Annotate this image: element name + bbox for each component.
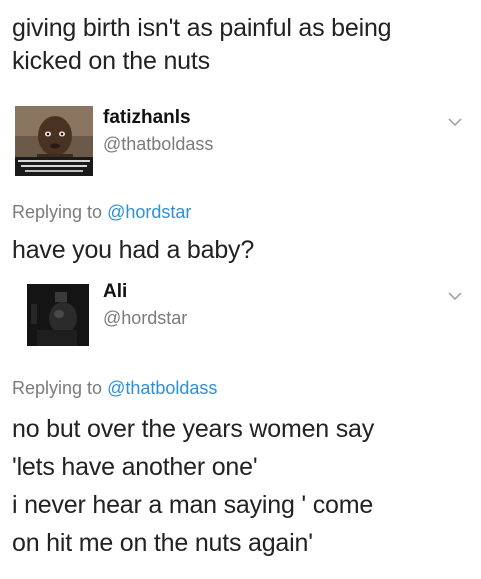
user-handle[interactable]: @thatboldass — [103, 132, 213, 156]
chevron-down-icon[interactable] — [447, 288, 463, 304]
tweet-line: giving birth isn't as painful as being — [12, 14, 392, 42]
mention-link[interactable]: @hordstar — [107, 202, 191, 222]
author-names: Ali @hordstar — [103, 280, 187, 330]
user-handle[interactable]: @hordstar — [103, 306, 187, 330]
reply-author-row: Ali @hordstar — [15, 280, 469, 352]
dark-photo-icon[interactable] — [27, 284, 89, 346]
replying-to-label: Replying to — [12, 378, 103, 398]
original-tweet-text: giving birth isn't as painful as being k… — [12, 12, 469, 78]
tweet-line: no but over the years women say — [12, 415, 375, 443]
tweet-line: kicked on the nuts — [12, 47, 210, 75]
reply-tweet-text: no but over the years women say 'lets ha… — [12, 410, 469, 562]
avatar-image — [27, 284, 89, 346]
tweet-line: on hit me on the nuts again' — [12, 529, 313, 557]
tweet-line: have you had a baby? — [12, 236, 255, 264]
person-photo-icon[interactable] — [15, 106, 93, 176]
replying-to-label: Replying to — [12, 202, 103, 222]
replying-to-line: Replying to @thatboldass — [12, 376, 217, 400]
mention-link[interactable]: @thatboldass — [107, 378, 217, 398]
reply-author-row: fatizhanls @thatboldass — [15, 106, 469, 178]
tweet-line: i never hear a man saying ' come — [12, 491, 374, 519]
chevron-down-icon[interactable] — [447, 114, 463, 130]
reply-tweet-text: have you had a baby? — [12, 234, 469, 267]
display-name[interactable]: Ali — [103, 280, 187, 304]
display-name[interactable]: fatizhanls — [103, 106, 213, 130]
author-names: fatizhanls @thatboldass — [103, 106, 213, 156]
tweet-line: 'lets have another one' — [12, 453, 258, 481]
replying-to-line: Replying to @hordstar — [12, 200, 191, 224]
avatar-image — [15, 106, 93, 176]
